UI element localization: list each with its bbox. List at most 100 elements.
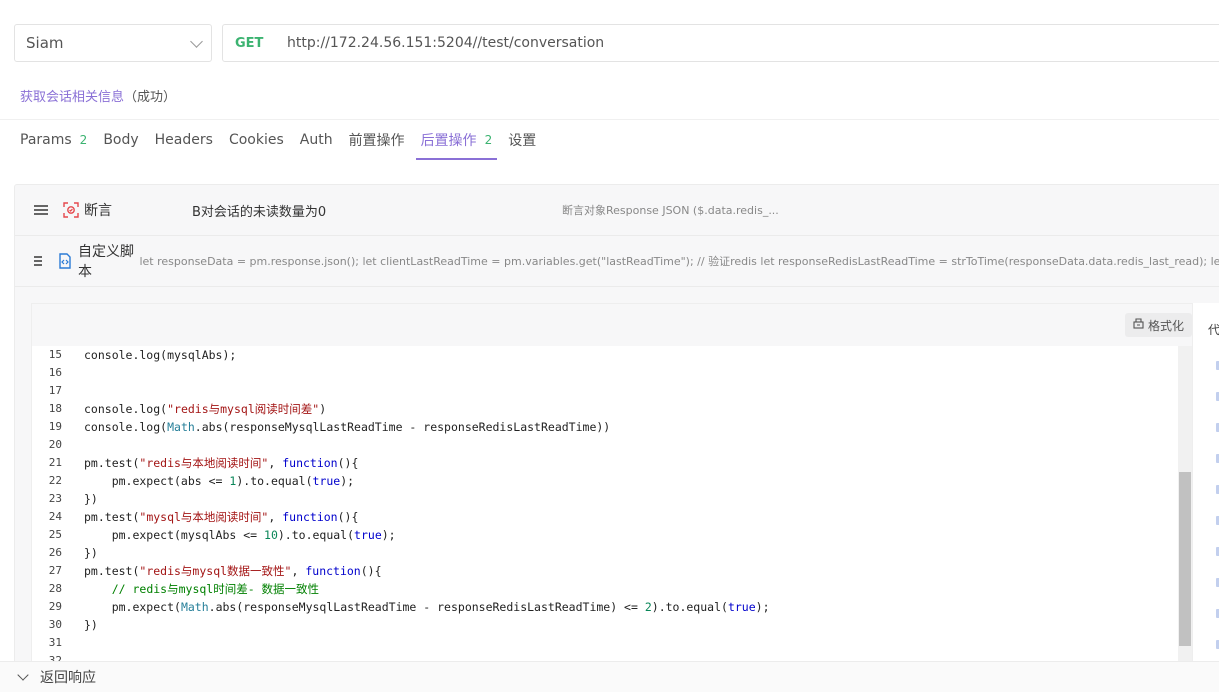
scrollbar-thumb[interactable]: [1179, 472, 1191, 646]
tab-3[interactable]: Cookies: [224, 120, 289, 160]
code-token: );: [755, 600, 770, 614]
code-line[interactable]: 18 console.log("redis与mysql阅读时间差"): [32, 400, 1178, 418]
tab-5[interactable]: 前置操作: [344, 120, 410, 160]
code-token: true: [312, 474, 341, 488]
snippet-side-panel: 代: [1193, 303, 1219, 663]
url-bar[interactable]: GET http://172.24.56.151:5204//test/conv…: [222, 24, 1219, 62]
editor-scrollbar[interactable]: [1178, 346, 1192, 664]
tab-label: Auth: [299, 132, 333, 148]
line-number: 22: [48, 474, 62, 487]
code-token: function: [282, 456, 338, 470]
code-line[interactable]: 21 pm.test("redis与本地阅读时间", function(){: [32, 454, 1178, 472]
code-token: ,: [268, 510, 283, 524]
code-text: console.log(Math.abs(responseMysqlLastRe…: [84, 418, 610, 436]
code-token: }): [84, 546, 98, 560]
format-button[interactable]: 格式化: [1124, 313, 1192, 337]
tab-0[interactable]: Params 2: [20, 120, 92, 160]
tab-label: 后置操作: [420, 133, 477, 149]
chevron-down-icon: [17, 669, 29, 681]
tab-label: 前置操作: [348, 133, 405, 149]
code-token: Math: [180, 600, 209, 614]
line-number: 15: [48, 348, 62, 361]
code-token: true: [354, 528, 382, 542]
environment-select[interactable]: Siam: [14, 24, 212, 62]
code-text: // redis与mysql时间差- 数据一致性: [84, 580, 319, 598]
code-line[interactable]: 28 // redis与mysql时间差- 数据一致性: [32, 580, 1178, 598]
post-op-assertion[interactable]: 断言 B对会话的未读数量为0 断言对象Response JSON ($.data…: [15, 185, 1219, 236]
line-number: 24: [48, 510, 62, 523]
drag-handle-icon[interactable]: [34, 256, 42, 266]
tab-label: 设置: [508, 133, 537, 149]
code-token: }): [84, 492, 98, 506]
line-number: 18: [48, 402, 62, 415]
code-token: "redis与mysql阅读时间差": [167, 402, 320, 416]
code-line[interactable]: 29 pm.expect(Math.abs(responseMysqlLastR…: [32, 598, 1178, 616]
code-text: pm.test("mysql与本地阅读时间", function(){: [84, 508, 358, 526]
format-icon: [1133, 318, 1144, 332]
environment-label: Siam: [26, 34, 64, 52]
code-line[interactable]: 24 pm.test("mysql与本地阅读时间", function(){: [32, 508, 1178, 526]
code-line[interactable]: 15 console.log(mysqlAbs);: [32, 346, 1178, 364]
code-token: .abs(responseMysqlLastReadTime - respons…: [208, 600, 645, 614]
line-number: 20: [48, 438, 62, 451]
code-line[interactable]: 20: [32, 436, 1178, 454]
code-line[interactable]: 16: [32, 364, 1178, 382]
code-token: // redis与mysql时间差- 数据一致性: [111, 582, 320, 596]
tab-label: Body: [103, 132, 139, 148]
tab-4[interactable]: Auth: [295, 120, 338, 160]
code-token: .abs(responseMysqlLastReadTime - respons…: [194, 420, 611, 434]
response-section-label: 返回响应: [40, 670, 96, 686]
code-token: pm.test(: [84, 564, 140, 578]
code-token: (){: [337, 510, 359, 524]
line-number: 30: [48, 618, 62, 631]
response-section-toggle[interactable]: 返回响应: [0, 661, 1219, 692]
post-operations-panel: 断言 B对会话的未读数量为0 断言对象Response JSON ($.data…: [14, 184, 1219, 664]
tab-label: Params: [20, 132, 72, 148]
script-editor[interactable]: 格式化 15 console.log(mysqlAbs); 16 17 18 consol…: [31, 303, 1193, 664]
code-text: }): [84, 544, 98, 562]
method-label[interactable]: GET: [235, 36, 287, 51]
code-token: (){: [360, 564, 382, 578]
code-text: pm.test("redis与本地阅读时间", function(){: [84, 454, 358, 472]
code-token: "redis与本地阅读时间": [139, 456, 269, 470]
url-input[interactable]: http://172.24.56.151:5204//test/conversa…: [287, 35, 604, 51]
tab-6[interactable]: 后置操作 2: [415, 120, 498, 160]
code-line[interactable]: 26}): [32, 544, 1178, 562]
request-name[interactable]: 获取会话相关信息: [20, 90, 124, 105]
tab-1[interactable]: Body: [98, 120, 143, 160]
code-line[interactable]: 31: [32, 634, 1178, 652]
line-number: 23: [48, 492, 62, 505]
code-line[interactable]: 23}): [32, 490, 1178, 508]
code-token: ).to.equal(: [651, 600, 728, 614]
code-token: Math: [167, 420, 195, 434]
line-number: 21: [48, 456, 62, 469]
drag-handle-icon[interactable]: [34, 205, 48, 215]
post-op-script[interactable]: 自定义脚本 let responseData = pm.response.jso…: [15, 236, 1219, 287]
tab-2[interactable]: Headers: [150, 120, 218, 160]
code-line[interactable]: 30}): [32, 616, 1178, 634]
code-line[interactable]: 25 pm.expect(mysqlAbs <= 10).to.equal(tr…: [32, 526, 1178, 544]
code-text: pm.test("redis与mysql数据一致性", function(){: [84, 562, 382, 580]
code-token: 2: [644, 600, 652, 614]
code-line[interactable]: 17: [32, 382, 1178, 400]
code-token: }): [84, 618, 98, 632]
code-token: "redis与mysql数据一致性": [139, 564, 292, 578]
code-token: pm.expect(mysqlAbs <=: [84, 528, 265, 542]
code-token: ).to.equal(: [236, 474, 313, 488]
code-token: ,: [291, 564, 306, 578]
code-text: pm.expect(Math.abs(responseMysqlLastRead…: [84, 598, 770, 616]
tab-label: Cookies: [228, 132, 284, 148]
code-line[interactable]: 19 console.log(Math.abs(responseMysqlLast…: [32, 418, 1178, 436]
code-line[interactable]: 22 pm.expect(abs <= 1).to.equal(true);: [32, 472, 1178, 490]
line-number: 31: [48, 636, 62, 649]
line-number: 27: [48, 564, 62, 577]
code-line[interactable]: 27 pm.test("redis与mysql数据一致性", function()…: [32, 562, 1178, 580]
line-number: 19: [48, 420, 62, 433]
tab-7[interactable]: 设置: [503, 120, 541, 160]
code-area[interactable]: 15 console.log(mysqlAbs); 16 17 18 console.lo…: [32, 346, 1178, 664]
code-text: pm.expect(mysqlAbs <= 10).to.equal(true)…: [84, 526, 396, 544]
code-text: }): [84, 616, 98, 634]
code-text: }): [84, 490, 98, 508]
code-text: console.log(mysqlAbs);: [84, 346, 236, 364]
